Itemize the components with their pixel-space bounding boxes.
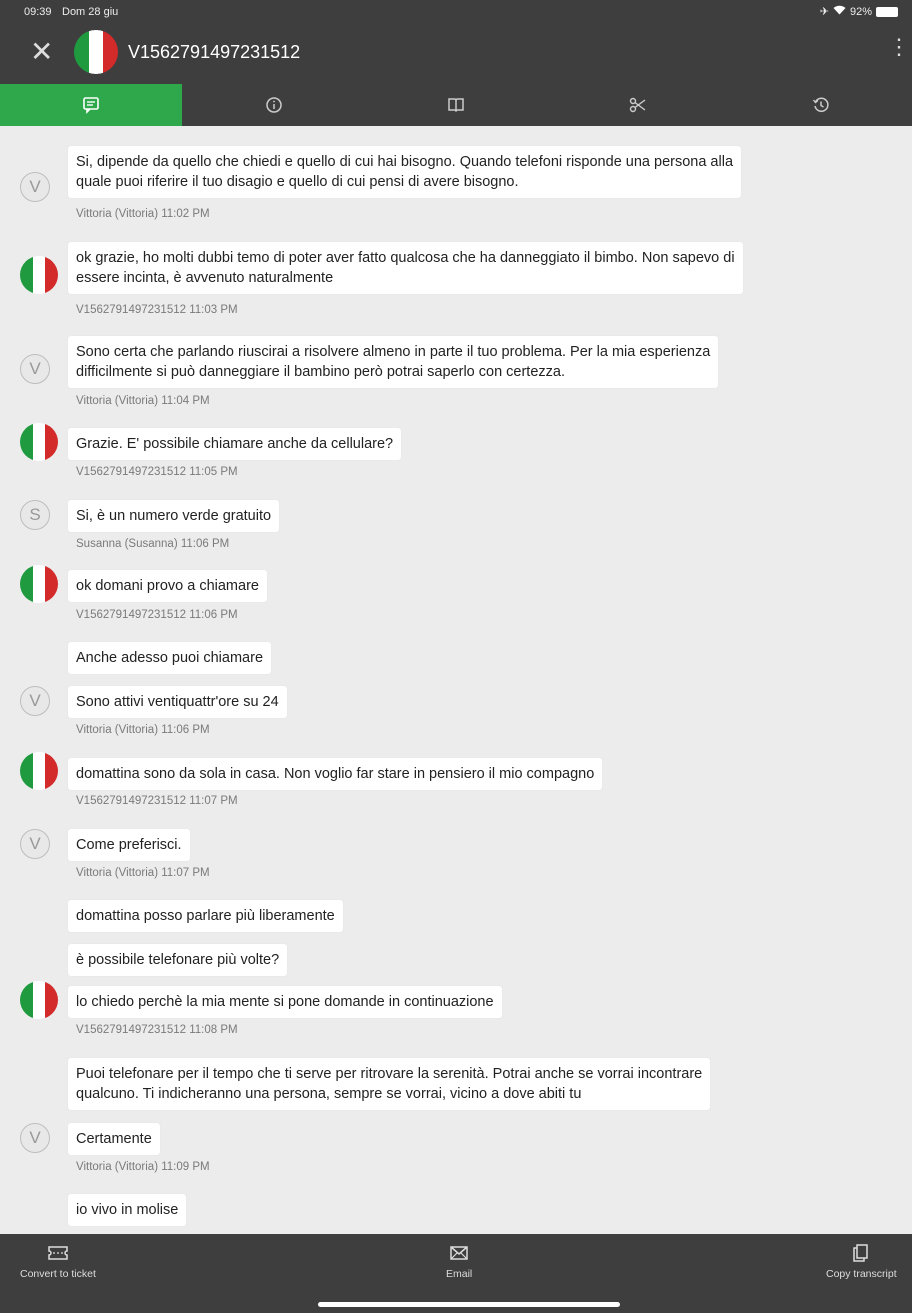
message-bubble: Grazie. E' possibile chiamare anche da c… (68, 428, 402, 460)
agent-avatar: V (20, 686, 50, 716)
user-flag-avatar (20, 565, 58, 603)
message-bubble: Si, dipende da quello che chiedi e quell… (68, 146, 742, 198)
message-text: Sono certa che parlando riuscirai a riso… (76, 344, 711, 360)
status-date: Dom 28 giu (62, 6, 119, 18)
message-text: quale puoi riferire il tuo disagio e que… (76, 174, 519, 190)
message-meta: V1562791497231512 11:08 PM (76, 1024, 238, 1036)
battery-level: 92% (849, 5, 872, 18)
message-meta: Vittoria (Vittoria) 11:06 PM (76, 724, 210, 736)
user-flag-avatar (20, 752, 58, 790)
history-icon (812, 97, 829, 112)
tab-history[interactable] (730, 84, 912, 126)
message-bubble: è possibile telefonare più volte? (68, 944, 288, 976)
copy-transcript-label: Copy transcript (826, 1268, 897, 1280)
chat-icon (83, 97, 100, 114)
tab-chat[interactable] (0, 84, 183, 126)
message-text: Si, dipende da quello che chiedi e quell… (76, 154, 734, 170)
message-bubble: Anche adesso puoi chiamare (68, 642, 272, 674)
message-bubble: Sono attivi ventiquattr'ore su 24 (68, 686, 287, 718)
ticket-icon (48, 1246, 68, 1260)
agent-avatar: S (20, 500, 50, 530)
wifi-icon (833, 5, 846, 18)
message-bubble: Come preferisci. (68, 829, 190, 861)
message-meta: Vittoria (Vittoria) 11:09 PM (76, 1161, 210, 1173)
agent-avatar: V (20, 354, 50, 384)
message-text: ok grazie, ho molti dubbi temo di poter … (76, 250, 735, 266)
message-text: difficilmente si può danneggiare il bamb… (76, 364, 565, 380)
convert-to-ticket-label: Convert to ticket (20, 1268, 96, 1280)
home-indicator[interactable] (318, 1302, 620, 1307)
chat-transcript[interactable]: V Si, dipende da quello che chiedi e que… (0, 126, 912, 1234)
user-flag-avatar (20, 423, 58, 461)
battery-icon (876, 6, 898, 17)
copy-transcript-button[interactable]: Copy transcript (826, 1244, 897, 1280)
message-bubble: lo chiedo perchè la mia mente si pone do… (68, 986, 502, 1018)
message-bubble: io vivo in molise (68, 1194, 187, 1226)
message-bubble: Sono certa che parlando riuscirai a riso… (68, 336, 719, 388)
email-icon (450, 1246, 468, 1260)
user-flag-avatar (20, 256, 58, 294)
close-icon[interactable]: ✕ (30, 38, 53, 66)
status-indicators: ✈ 92% (820, 5, 898, 18)
contact-flag-avatar (74, 30, 118, 74)
tab-bar (0, 84, 912, 126)
message-text: essere incinta, è avvenuto naturalmente (76, 270, 334, 286)
message-meta: Vittoria (Vittoria) 11:07 PM (76, 867, 210, 879)
message-bubble: Si, è un numero verde gratuito (68, 500, 280, 532)
tab-book[interactable] (365, 84, 547, 126)
scissors-icon (630, 97, 646, 113)
agent-avatar: V (20, 172, 50, 202)
message-bubble: Puoi telefonare per il tempo che ti serv… (68, 1058, 711, 1110)
message-bubble: Certamente (68, 1123, 160, 1155)
convert-to-ticket-button[interactable]: Convert to ticket (20, 1244, 96, 1280)
conversation-title: V1562791497231512 (128, 42, 301, 62)
copy-icon (853, 1244, 869, 1262)
book-icon (448, 98, 464, 113)
message-meta: V1562791497231512 11:03 PM (76, 304, 238, 316)
message-bubble: domattina sono da sola in casa. Non vogl… (68, 758, 603, 790)
message-bubble: ok grazie, ho molti dubbi temo di poter … (68, 242, 743, 294)
email-label: Email (446, 1268, 473, 1280)
agent-avatar: V (20, 1123, 50, 1153)
message-text: Puoi telefonare per il tempo che ti serv… (76, 1066, 703, 1082)
message-meta: Vittoria (Vittoria) 11:04 PM (76, 395, 210, 407)
message-bubble: domattina posso parlare più liberamente (68, 900, 343, 932)
info-icon (265, 97, 282, 113)
message-bubble: ok domani provo a chiamare (68, 570, 267, 602)
top-bar: 09:39 Dom 28 giu ✈ 92% ✕ V15627914972315… (0, 0, 912, 84)
message-meta: V1562791497231512 11:05 PM (76, 466, 238, 478)
agent-avatar: V (20, 829, 50, 859)
message-meta: Vittoria (Vittoria) 11:02 PM (76, 208, 210, 220)
airplane-icon: ✈ (819, 6, 829, 18)
status-time: 09:39 (24, 6, 52, 18)
message-text: qualcuno. Ti indicheranno una persona, s… (76, 1086, 582, 1102)
status-bar: 09:39 Dom 28 giu ✈ 92% (0, 0, 912, 26)
message-meta: V1562791497231512 11:06 PM (76, 609, 238, 621)
message-meta: Susanna (Susanna) 11:06 PM (76, 538, 230, 550)
message-meta: V1562791497231512 11:07 PM (76, 795, 238, 807)
tab-scissors[interactable] (547, 84, 729, 126)
tab-info[interactable] (182, 84, 364, 126)
user-flag-avatar (20, 981, 58, 1019)
more-options-icon[interactable]: ⋮ (888, 34, 910, 60)
email-button[interactable]: Email (446, 1244, 472, 1280)
